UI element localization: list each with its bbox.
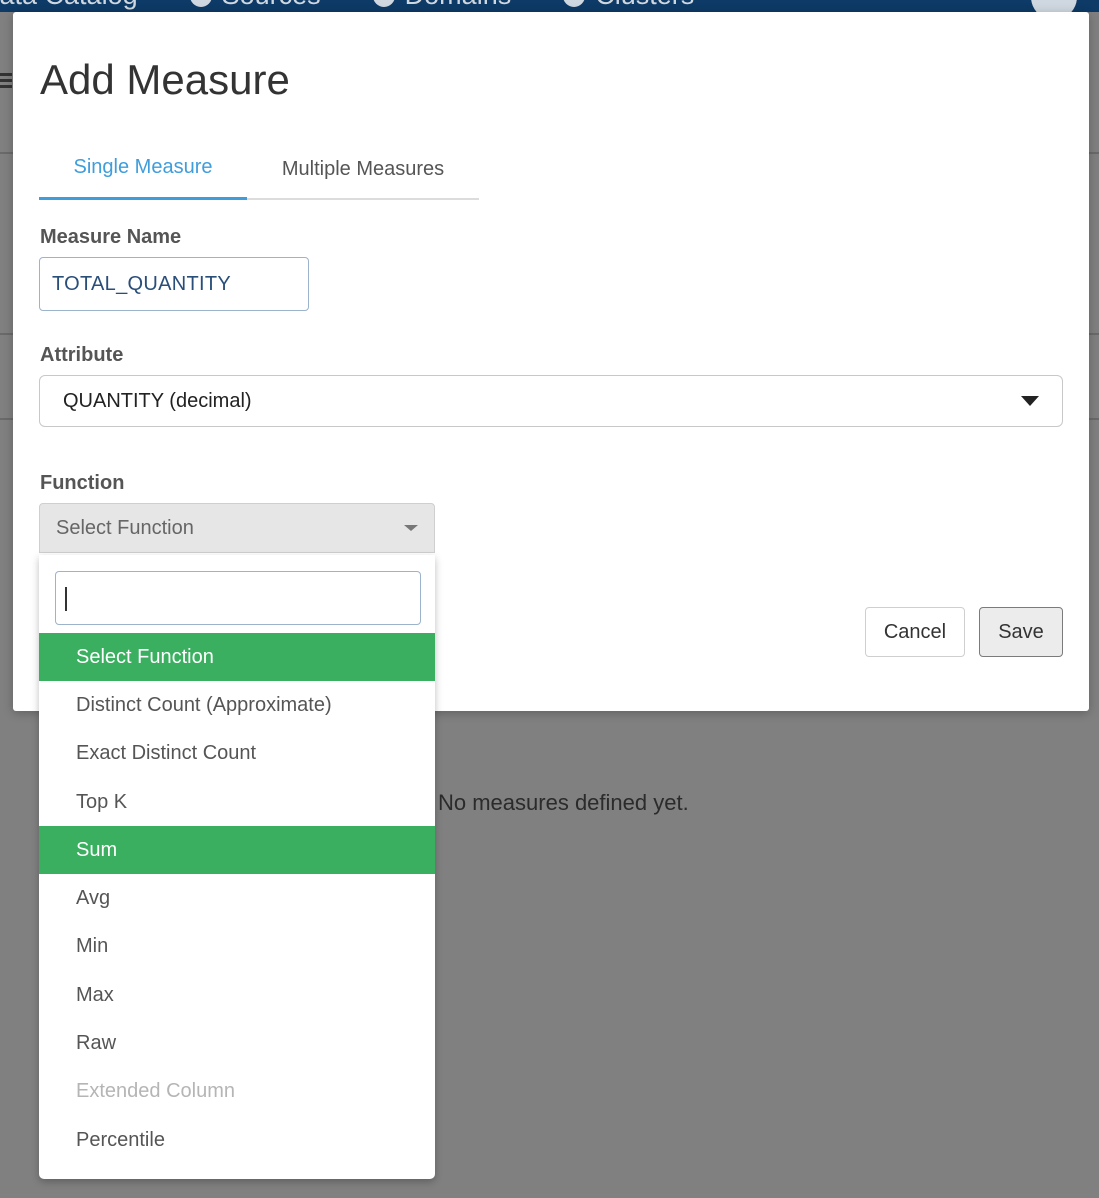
nav-label: Domains bbox=[405, 0, 512, 11]
nav-label: Data Catalog bbox=[0, 0, 138, 11]
caret-down-icon bbox=[1021, 396, 1039, 406]
function-label: Function bbox=[40, 472, 125, 494]
server-icon bbox=[563, 0, 586, 7]
avatar[interactable] bbox=[1031, 0, 1077, 12]
function-option-select-function[interactable]: Select Function bbox=[39, 633, 435, 682]
function-option-raw[interactable]: Raw bbox=[39, 1019, 435, 1067]
modal-title: Add Measure bbox=[40, 56, 290, 103]
text-cursor bbox=[65, 587, 67, 611]
globe-icon bbox=[372, 0, 395, 7]
function-option-min[interactable]: Min bbox=[39, 923, 435, 971]
function-option-max[interactable]: Max bbox=[39, 971, 435, 1019]
nav-label: Sources bbox=[222, 0, 321, 11]
nav-label: Clusters bbox=[595, 0, 694, 11]
hamburger-icon bbox=[0, 70, 12, 92]
tab-multiple-measures[interactable]: Multiple Measures bbox=[247, 138, 479, 200]
cancel-button[interactable]: Cancel bbox=[865, 607, 965, 657]
tab-single-measure[interactable]: Single Measure bbox=[39, 138, 247, 200]
function-option-distinct-count-approximate[interactable]: Distinct Count (Approximate) bbox=[39, 681, 435, 729]
top-nav: Data Catalog Sources Domains Clusters bbox=[0, 0, 694, 11]
nav-clusters[interactable]: Clusters bbox=[563, 0, 694, 11]
function-search-input[interactable] bbox=[55, 571, 421, 625]
function-option-extended-column: Extended Column bbox=[76, 1080, 235, 1103]
function-select[interactable]: Select Function bbox=[39, 503, 435, 553]
top-navigation-bar: Data Catalog Sources Domains Clusters bbox=[0, 0, 1099, 12]
function-option-top-k[interactable]: Top K bbox=[39, 778, 435, 826]
function-option-sum[interactable]: Sum bbox=[39, 826, 435, 875]
nav-sources[interactable]: Sources bbox=[189, 0, 321, 11]
database-icon bbox=[189, 0, 212, 7]
attribute-select-value: QUANTITY (decimal) bbox=[63, 389, 252, 412]
caret-down-icon bbox=[404, 525, 418, 531]
save-button[interactable]: Save bbox=[979, 607, 1063, 657]
function-option-exact-distinct-count[interactable]: Exact Distinct Count bbox=[39, 730, 435, 778]
measure-name-input[interactable] bbox=[39, 257, 309, 311]
attribute-select[interactable]: QUANTITY (decimal) bbox=[39, 375, 1063, 427]
nav-domains[interactable]: Domains bbox=[372, 0, 512, 11]
measure-tabs: Single Measure Multiple Measures bbox=[39, 138, 479, 200]
function-option-percentile[interactable]: Percentile bbox=[39, 1116, 435, 1164]
function-dropdown: Select Function Distinct Count (Approxima… bbox=[39, 555, 435, 1179]
attribute-label: Attribute bbox=[40, 344, 124, 366]
function-option-avg[interactable]: Avg bbox=[39, 874, 435, 922]
function-select-value: Select Function bbox=[56, 516, 194, 539]
measure-name-label: Measure Name bbox=[40, 226, 182, 248]
nav-data-catalog[interactable]: Data Catalog bbox=[0, 0, 138, 11]
empty-measures-message: No measures defined yet. bbox=[438, 790, 689, 815]
function-options-list: Select Function Distinct Count (Approxima… bbox=[39, 633, 435, 1164]
